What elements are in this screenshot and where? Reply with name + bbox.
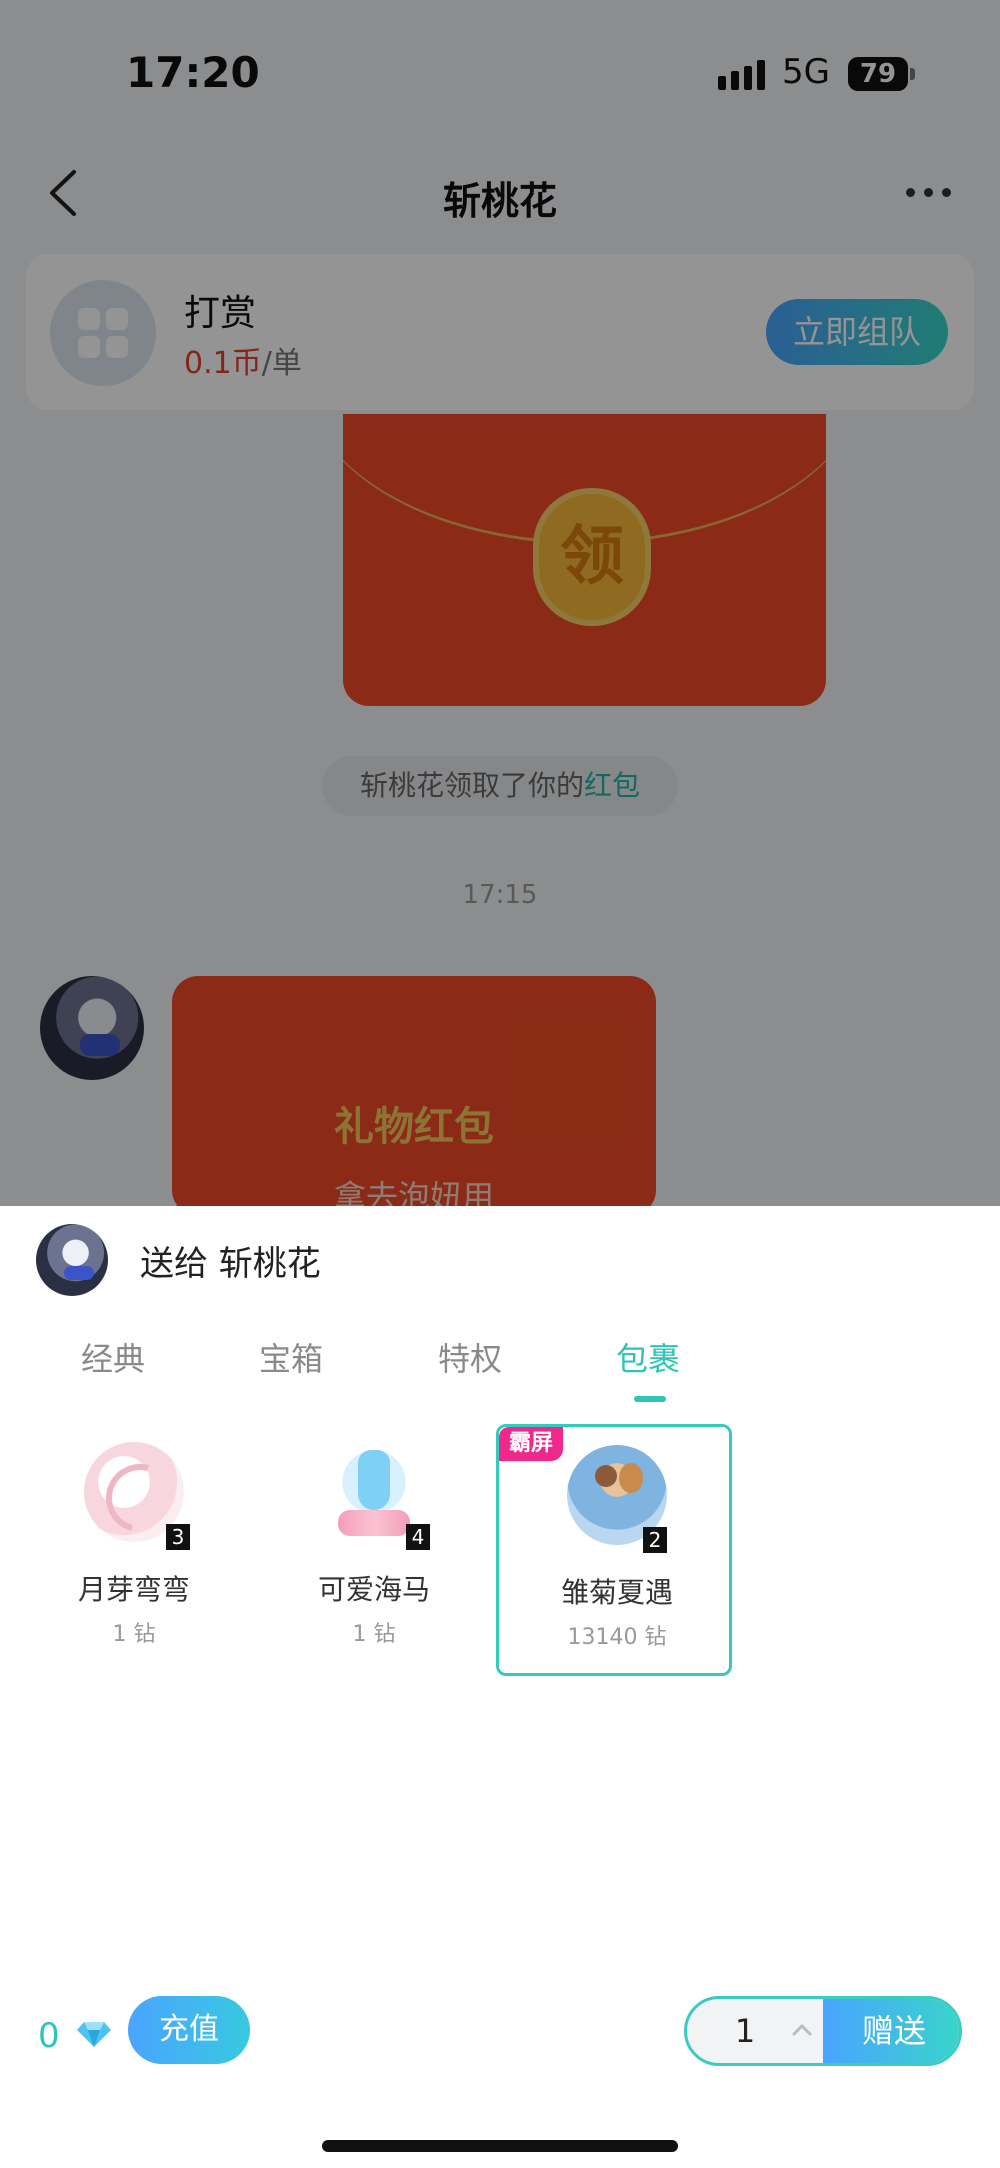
diamond-balance: 0 (38, 2016, 60, 2056)
recipient-label: 送给 斩桃花 (140, 1244, 321, 1284)
chevron-up-icon[interactable] (785, 2013, 819, 2047)
gift-price: 13140 钻 (567, 1625, 667, 1650)
send-gift-button[interactable]: 赠送 (823, 1999, 959, 2063)
send-control: 1 赠送 (684, 1996, 962, 2066)
gift-item[interactable]: 3 月芽弯弯 1 钻 (16, 1424, 252, 1676)
gift-count: 4 (406, 1524, 430, 1550)
tab-indicator (634, 1396, 666, 1402)
gift-price: 1 钻 (112, 1622, 156, 1647)
gift-count: 2 (643, 1527, 667, 1553)
home-indicator (322, 2140, 678, 2152)
gift-name: 雏菊夏遇 (560, 1576, 673, 1609)
recipient-avatar (36, 1224, 108, 1296)
quantity-value[interactable]: 1 (715, 1999, 775, 2063)
diamond-icon (77, 2022, 111, 2047)
gift-item-selected[interactable]: 霸屏 2 雏菊夏遇 13140 钻 (496, 1424, 732, 1676)
modal-overlay[interactable] (0, 0, 1000, 1206)
gift-tabs: 经典 宝箱 特权 包裹 (0, 1324, 1000, 1404)
gift-item[interactable]: 4 可爱海马 1 钻 (256, 1424, 492, 1676)
tab-classic[interactable]: 经典 (53, 1334, 173, 1380)
gift-name: 月芽弯弯 (77, 1573, 190, 1606)
tab-backpack[interactable]: 包裹 (588, 1334, 708, 1380)
tab-privilege[interactable]: 特权 (410, 1334, 530, 1380)
gift-price: 1 钻 (352, 1622, 396, 1647)
gift-sheet: 送给 斩桃花 经典 宝箱 特权 包裹 3 月芽弯弯 1 钻 4 可爱海马 1 钻… (0, 1206, 1000, 2168)
recharge-button[interactable]: 充值 (128, 1996, 250, 2064)
gift-count: 3 (166, 1524, 190, 1550)
gift-name: 可爱海马 (317, 1573, 430, 1606)
screen-takeover-badge: 霸屏 (499, 1427, 563, 1461)
tab-treasure-box[interactable]: 宝箱 (231, 1334, 351, 1380)
